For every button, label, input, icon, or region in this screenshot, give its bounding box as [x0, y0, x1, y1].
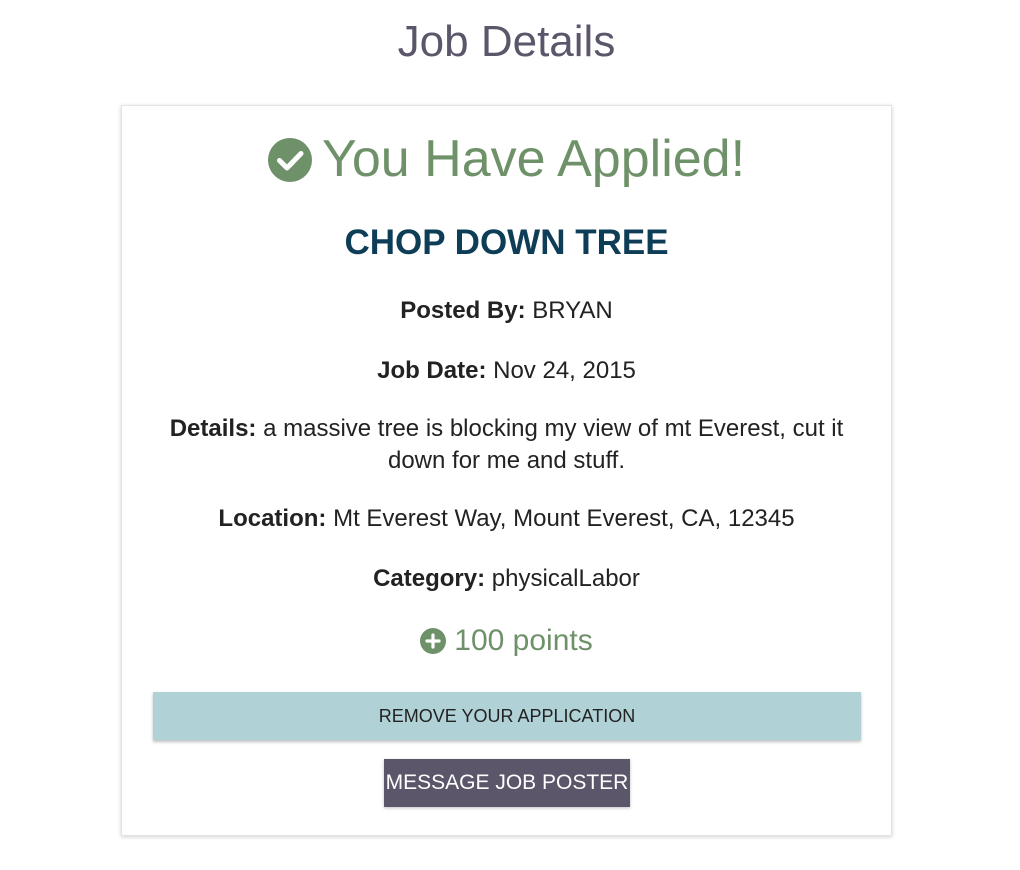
posted-by-row: Posted By: BRYAN [140, 295, 873, 327]
category-label: Category: [373, 565, 486, 592]
category-row: Category: physicalLabor [140, 563, 873, 595]
message-job-poster-button[interactable]: MESSAGE JOB POSTER [384, 759, 630, 807]
location-label: Location: [218, 505, 327, 532]
remove-application-button[interactable]: REMOVE YOUR APPLICATION [153, 692, 861, 740]
applied-status: You Have Applied! [0, 128, 1013, 190]
location-value: Mt Everest Way, Mount Everest, CA, 12345 [333, 505, 795, 532]
job-title: CHOP DOWN TREE [344, 223, 669, 262]
job-date-label: Job Date: [377, 357, 487, 384]
job-date-value: Nov 24, 2015 [493, 357, 636, 384]
points-text: 100 points [454, 624, 593, 657]
location-row: Location: Mt Everest Way, Mount Everest,… [140, 503, 873, 535]
category-value: physicalLabor [491, 565, 640, 592]
posted-by-value: BRYAN [532, 297, 613, 324]
applied-status-text: You Have Applied! [321, 130, 746, 188]
check-circle-icon [267, 138, 312, 182]
page: Job Details You Have Applied! CHOP DOWN … [0, 0, 1020, 870]
plus-circle-icon [420, 628, 447, 654]
details-label: Details: [169, 415, 257, 442]
job-date-row: Job Date: Nov 24, 2015 [140, 355, 873, 387]
points-reward: 100 points [0, 622, 1013, 660]
posted-by-label: Posted By: [400, 297, 526, 324]
page-title: Job Details [397, 17, 616, 66]
details-row: Details: a massive tree is blocking my v… [140, 413, 873, 477]
details-value: a massive tree is blocking my view of mt… [263, 415, 844, 474]
